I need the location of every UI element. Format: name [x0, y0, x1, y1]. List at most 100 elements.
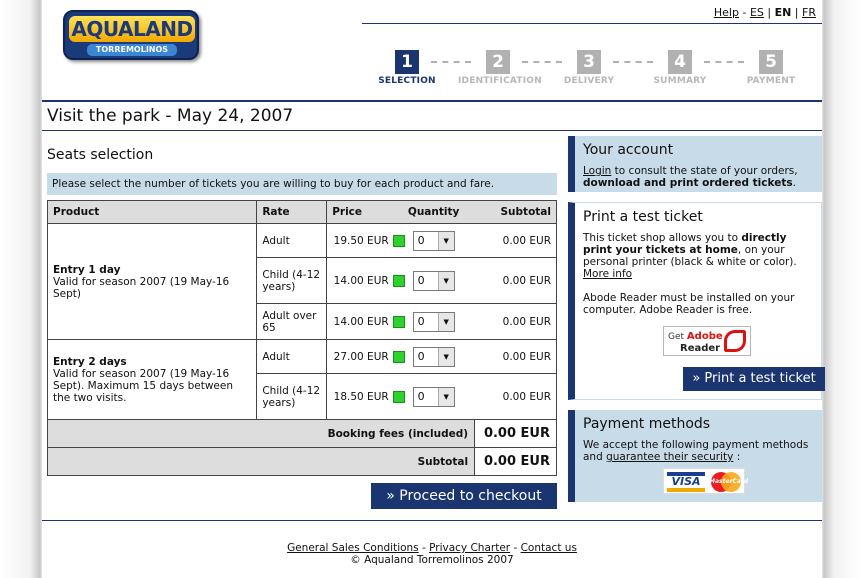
- login-link[interactable]: Login: [583, 165, 611, 177]
- booking-fees-label: Booking fees (included): [46, 419, 476, 448]
- lang-fr-link[interactable]: FR: [802, 6, 816, 19]
- availability-indicator: [392, 390, 405, 403]
- table-row: Entry 1 day Valid for season 2007 (19 Ma…: [46, 223, 557, 340]
- test-ticket-text-1: This ticket shop allows you to: [583, 232, 742, 244]
- price-value: 19.50 EUR: [326, 223, 393, 258]
- step-number: 1: [395, 50, 419, 74]
- separator: |: [763, 6, 775, 19]
- quantity-cell: 0 ▼: [412, 339, 475, 374]
- more-info-link[interactable]: More info: [583, 268, 632, 280]
- print-test-ticket-button[interactable]: » Print a test ticket: [683, 367, 825, 391]
- logo-title: AQUALAND: [69, 16, 195, 42]
- mastercard-text: MasterCard: [709, 478, 749, 485]
- subtotal-value: 0.00 EUR: [474, 223, 557, 258]
- step-delivery: 3 DELIVERY: [549, 50, 629, 86]
- reader-note: Abode Reader must be installed on your c…: [583, 292, 795, 316]
- adobe-badge-text: Get Adobe: [668, 331, 723, 342]
- get-adobe-reader-badge[interactable]: Get Adobe Reader: [663, 326, 751, 356]
- step-payment: 5 PAYMENT: [731, 50, 811, 86]
- step-identification: 2 IDENTIFICATION: [458, 50, 542, 86]
- quantity-select[interactable]: 0 ▼: [412, 311, 455, 332]
- chevron-down-icon[interactable]: ▼: [437, 231, 454, 250]
- subtotal-value: 0.00 EUR: [474, 339, 557, 374]
- account-text: Login to consult the state of your order…: [583, 165, 814, 189]
- chevron-down-icon[interactable]: ▼: [437, 387, 454, 406]
- help-link[interactable]: Help: [714, 6, 739, 19]
- title-rule-bottom: [42, 130, 822, 131]
- rate-label: Adult over 65: [256, 303, 328, 340]
- booking-fees-value: 0.00 EUR: [474, 419, 557, 448]
- chevron-down-icon[interactable]: ▼: [437, 347, 454, 366]
- adobe-logo-icon: [724, 330, 746, 352]
- step-label: IDENTIFICATION: [458, 76, 542, 86]
- footer-rule: [42, 520, 822, 521]
- account-text-1: to consult the state of your orders,: [611, 165, 798, 177]
- subtotal-row: Subtotal 0.00 EUR: [46, 447, 557, 476]
- price-value: 27.00 EUR: [326, 339, 393, 374]
- chevron-down-icon[interactable]: ▼: [437, 312, 454, 331]
- mastercard-icon: MasterCard: [709, 472, 749, 492]
- payment-text-2: :: [733, 451, 741, 463]
- table-header-row: Product Rate Price Quantity Subtotal: [46, 200, 557, 224]
- col-header-price: Price: [326, 200, 393, 224]
- lang-es-link[interactable]: ES: [750, 6, 764, 19]
- quantity-select[interactable]: 0 ▼: [412, 270, 455, 291]
- rate-label: Child (4-12 years): [256, 257, 328, 304]
- step-number: 4: [668, 50, 692, 74]
- payment-cards: VISA MasterCard: [663, 468, 749, 494]
- step-selection: 1 SELECTION: [367, 50, 447, 86]
- rate-label: Adult: [256, 223, 328, 258]
- step-number: 5: [759, 50, 783, 74]
- security-guarantee-link[interactable]: guarantee their security: [606, 451, 733, 463]
- separator: |: [791, 6, 803, 19]
- step-label: PAYMENT: [746, 76, 796, 86]
- privacy-charter-link[interactable]: Privacy Charter: [429, 542, 510, 554]
- availability-cell: [392, 303, 413, 340]
- subtotal-total-value: 0.00 EUR: [474, 447, 557, 476]
- price-value: 18.50 EUR: [326, 373, 393, 420]
- seats-notice: Please select the number of tickets you …: [47, 173, 557, 195]
- availability-cell: [392, 223, 413, 258]
- step-number: 2: [486, 50, 510, 74]
- step-label: SUMMARY: [653, 76, 707, 86]
- quantity-value: 0: [417, 389, 425, 403]
- aqualand-logo[interactable]: AQUALAND TORREMOLINOS: [63, 10, 199, 60]
- subtotal-value: 0.00 EUR: [474, 257, 557, 304]
- step-summary: 4 SUMMARY: [640, 50, 720, 86]
- availability-cell: [392, 339, 413, 374]
- chevron-down-icon[interactable]: ▼: [437, 271, 454, 290]
- product-entry-2-days: Entry 2 days Valid for season 2007 (19 M…: [46, 339, 258, 420]
- lang-en-current: EN: [774, 6, 792, 19]
- rate-label: Adult: [256, 339, 328, 374]
- proceed-to-checkout-button[interactable]: » Proceed to checkout: [371, 483, 557, 509]
- your-account-panel: Your account Login to consult the state …: [568, 136, 822, 192]
- rate-label: Child (4-12 years): [256, 373, 328, 420]
- subtotal-value: 0.00 EUR: [474, 303, 557, 340]
- payment-methods-panel: Payment methods We accept the following …: [568, 410, 822, 502]
- quantity-value: 0: [417, 349, 425, 363]
- quantity-select[interactable]: 0 ▼: [412, 386, 455, 407]
- tickets-table: Product Rate Price Quantity Subtotal Ent…: [46, 200, 557, 476]
- quantity-select[interactable]: 0 ▼: [412, 346, 455, 367]
- payment-heading: Payment methods: [583, 416, 711, 432]
- product-description: Valid for season 2007 (19 May-16 Sept): [53, 275, 230, 300]
- availability-indicator: [392, 234, 405, 247]
- separator: -: [510, 542, 521, 554]
- quantity-value: 0: [417, 273, 425, 287]
- subtotal-value: 0.00 EUR: [474, 373, 557, 420]
- quantity-cell: 0 ▼: [412, 303, 475, 340]
- contact-us-link[interactable]: Contact us: [521, 542, 577, 554]
- page-title: Visit the park - May 24, 2007: [47, 106, 294, 126]
- general-sales-conditions-link[interactable]: General Sales Conditions: [287, 542, 419, 554]
- availability-indicator: [392, 350, 405, 363]
- quantity-select[interactable]: 0 ▼: [412, 230, 455, 251]
- page-background-left: [0, 0, 42, 578]
- product-description: Valid for season 2007 (19 May-16 Sept). …: [53, 367, 233, 404]
- payment-text: We accept the following payment methods …: [583, 439, 814, 463]
- test-ticket-text: This ticket shop allows you to directly …: [583, 232, 813, 280]
- account-text-2: .: [792, 177, 796, 189]
- availability-indicator: [392, 274, 405, 287]
- adobe-brand: Adobe: [686, 331, 723, 342]
- quantity-value: 0: [417, 233, 425, 247]
- footer: General Sales Conditions - Privacy Chart…: [42, 542, 822, 566]
